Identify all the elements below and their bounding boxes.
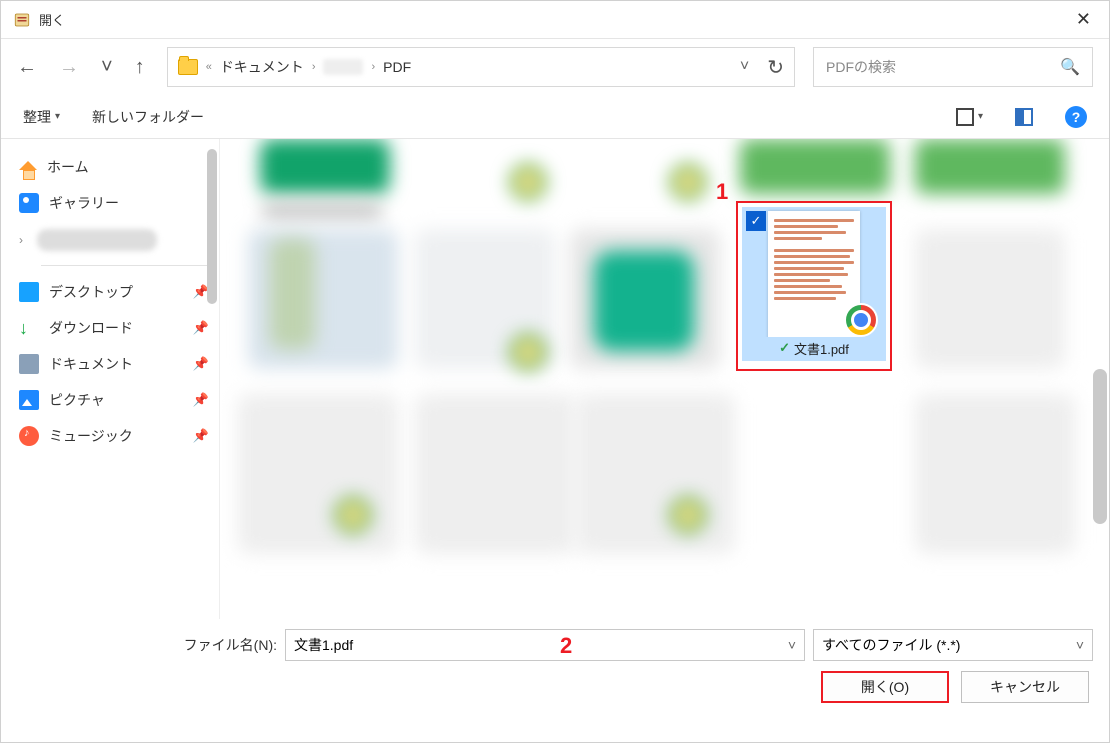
chrome-icon	[335, 497, 371, 533]
file-thumb-blurred[interactable]	[915, 139, 1065, 194]
selected-file[interactable]: ✓ ✓ 文書1.pdf	[736, 201, 892, 371]
chevron-right-icon: ›	[371, 61, 375, 73]
document-icon	[19, 354, 39, 374]
filename-label: ファイル名(N):	[17, 635, 277, 655]
file-thumb-blurred[interactable]	[260, 139, 390, 194]
close-icon[interactable]: ✕	[1070, 9, 1097, 30]
sidebar-item-label: ホーム	[47, 157, 89, 177]
home-icon	[19, 161, 37, 170]
download-icon: ↓	[19, 318, 39, 338]
sidebar-item-label: ピクチャ	[49, 390, 105, 410]
file-thumb-blurred	[262, 201, 382, 221]
desktop-icon	[19, 282, 39, 302]
file-thumb-blurred[interactable]	[740, 139, 890, 194]
sync-check-icon: ✓	[779, 340, 790, 356]
sidebar-item-documents[interactable]: ドキュメント 📌	[13, 346, 215, 382]
chevron-down-icon[interactable]: ˅	[1076, 637, 1084, 653]
sidebar-item-redacted[interactable]: ›	[13, 221, 215, 259]
search-input[interactable]: PDFの検索 🔍	[813, 47, 1093, 87]
sidebar: ホーム ギャラリー › デスクトップ 📌 ↓ ダウンロード 📌 ドキュメント 📌	[1, 139, 219, 619]
chrome-icon	[670, 164, 706, 200]
chevron-down-icon: ▾	[55, 111, 60, 122]
file-thumb-blurred[interactable]	[594, 251, 694, 351]
pin-icon: 📌	[193, 320, 209, 336]
breadcrumb-pre: «	[206, 61, 212, 73]
chevron-right-icon: ›	[19, 233, 23, 247]
search-icon[interactable]: 🔍	[1060, 57, 1080, 77]
chevron-down-icon[interactable]: ˅	[788, 637, 796, 653]
pin-icon: 📌	[193, 392, 209, 408]
pin-icon: 📌	[193, 356, 209, 372]
view-mode-button[interactable]: ▾	[956, 108, 983, 126]
breadcrumb-item-pdf[interactable]: PDF	[383, 59, 411, 75]
folder-icon	[178, 59, 198, 75]
selected-file-name: 文書1.pdf	[794, 339, 849, 358]
chrome-icon	[510, 334, 546, 370]
nav-back-icon[interactable]: ←	[17, 57, 37, 77]
filename-input[interactable]: 文書1.pdf ˅	[285, 629, 805, 661]
sidebar-item-label: ダウンロード	[49, 318, 133, 338]
chrome-icon	[844, 303, 878, 337]
callout-number-2: 2	[560, 633, 572, 659]
sidebar-item-label: ドキュメント	[49, 354, 133, 374]
breadcrumb-dropdown-icon[interactable]: ˅	[740, 58, 749, 76]
new-folder-button[interactable]: 新しいフォルダー	[92, 107, 204, 127]
files-scrollbar[interactable]	[1093, 369, 1107, 524]
gallery-icon	[19, 193, 39, 213]
refresh-icon[interactable]: ↻	[767, 55, 784, 80]
sidebar-item-music[interactable]: ミュージック 📌	[13, 418, 215, 454]
sidebar-separator	[41, 265, 207, 266]
chevron-down-icon: ▾	[978, 111, 983, 122]
pin-icon: 📌	[193, 428, 209, 444]
filter-value: すべてのファイル (*.*)	[822, 635, 960, 655]
breadcrumb-item-documents[interactable]: ドキュメント	[220, 57, 304, 77]
breadcrumb[interactable]: « ドキュメント › › PDF ˅ ↻	[167, 47, 795, 87]
file-thumb-blurred	[270, 239, 315, 349]
open-button[interactable]: 開く(O)	[821, 671, 949, 703]
file-type-filter[interactable]: すべてのファイル (*.*) ˅	[813, 629, 1093, 661]
music-icon	[19, 426, 39, 446]
sidebar-item-label: デスクトップ	[49, 282, 133, 302]
pictures-icon	[19, 390, 39, 410]
filename-value: 文書1.pdf	[294, 635, 353, 655]
file-thumb-blurred[interactable]	[915, 394, 1075, 554]
sidebar-item-label: ギャラリー	[49, 193, 119, 213]
chevron-right-icon: ›	[312, 61, 316, 73]
organize-menu[interactable]: 整理▾	[23, 107, 60, 127]
square-icon	[956, 108, 974, 126]
nav-forward-icon[interactable]: →	[59, 57, 79, 77]
selected-check-icon: ✓	[746, 211, 766, 231]
file-thumb-blurred[interactable]	[915, 229, 1065, 369]
callout-number-1: 1	[716, 179, 728, 205]
sidebar-item-home[interactable]: ホーム	[13, 149, 215, 185]
window-title: 開く	[39, 10, 65, 29]
help-icon[interactable]: ?	[1065, 106, 1087, 128]
sidebar-item-label: ミュージック	[49, 426, 133, 446]
search-placeholder: PDFの検索	[826, 57, 1060, 77]
nav-recent-dropdown-icon[interactable]: ˅	[101, 57, 113, 77]
sidebar-item-gallery[interactable]: ギャラリー	[13, 185, 215, 221]
breadcrumb-item-redacted[interactable]	[323, 59, 363, 75]
cancel-button[interactable]: キャンセル	[961, 671, 1089, 703]
files-pane[interactable]: 1 ✓ ✓ 文書1.pdf	[219, 139, 1109, 619]
nav-up-icon[interactable]: ↑	[135, 57, 145, 77]
file-thumb-blurred[interactable]	[415, 394, 575, 554]
app-icon	[13, 11, 31, 29]
sidebar-item-desktop[interactable]: デスクトップ 📌	[13, 274, 215, 310]
redacted-label	[37, 229, 157, 251]
file-thumb-blurred[interactable]	[238, 394, 398, 554]
sidebar-item-pictures[interactable]: ピクチャ 📌	[13, 382, 215, 418]
sidebar-item-downloads[interactable]: ↓ ダウンロード 📌	[13, 310, 215, 346]
chrome-icon	[510, 164, 546, 200]
chrome-icon	[670, 497, 706, 533]
file-thumb-blurred[interactable]	[575, 394, 735, 554]
preview-pane-button[interactable]	[1015, 108, 1033, 126]
sidebar-scrollbar[interactable]	[207, 149, 217, 304]
